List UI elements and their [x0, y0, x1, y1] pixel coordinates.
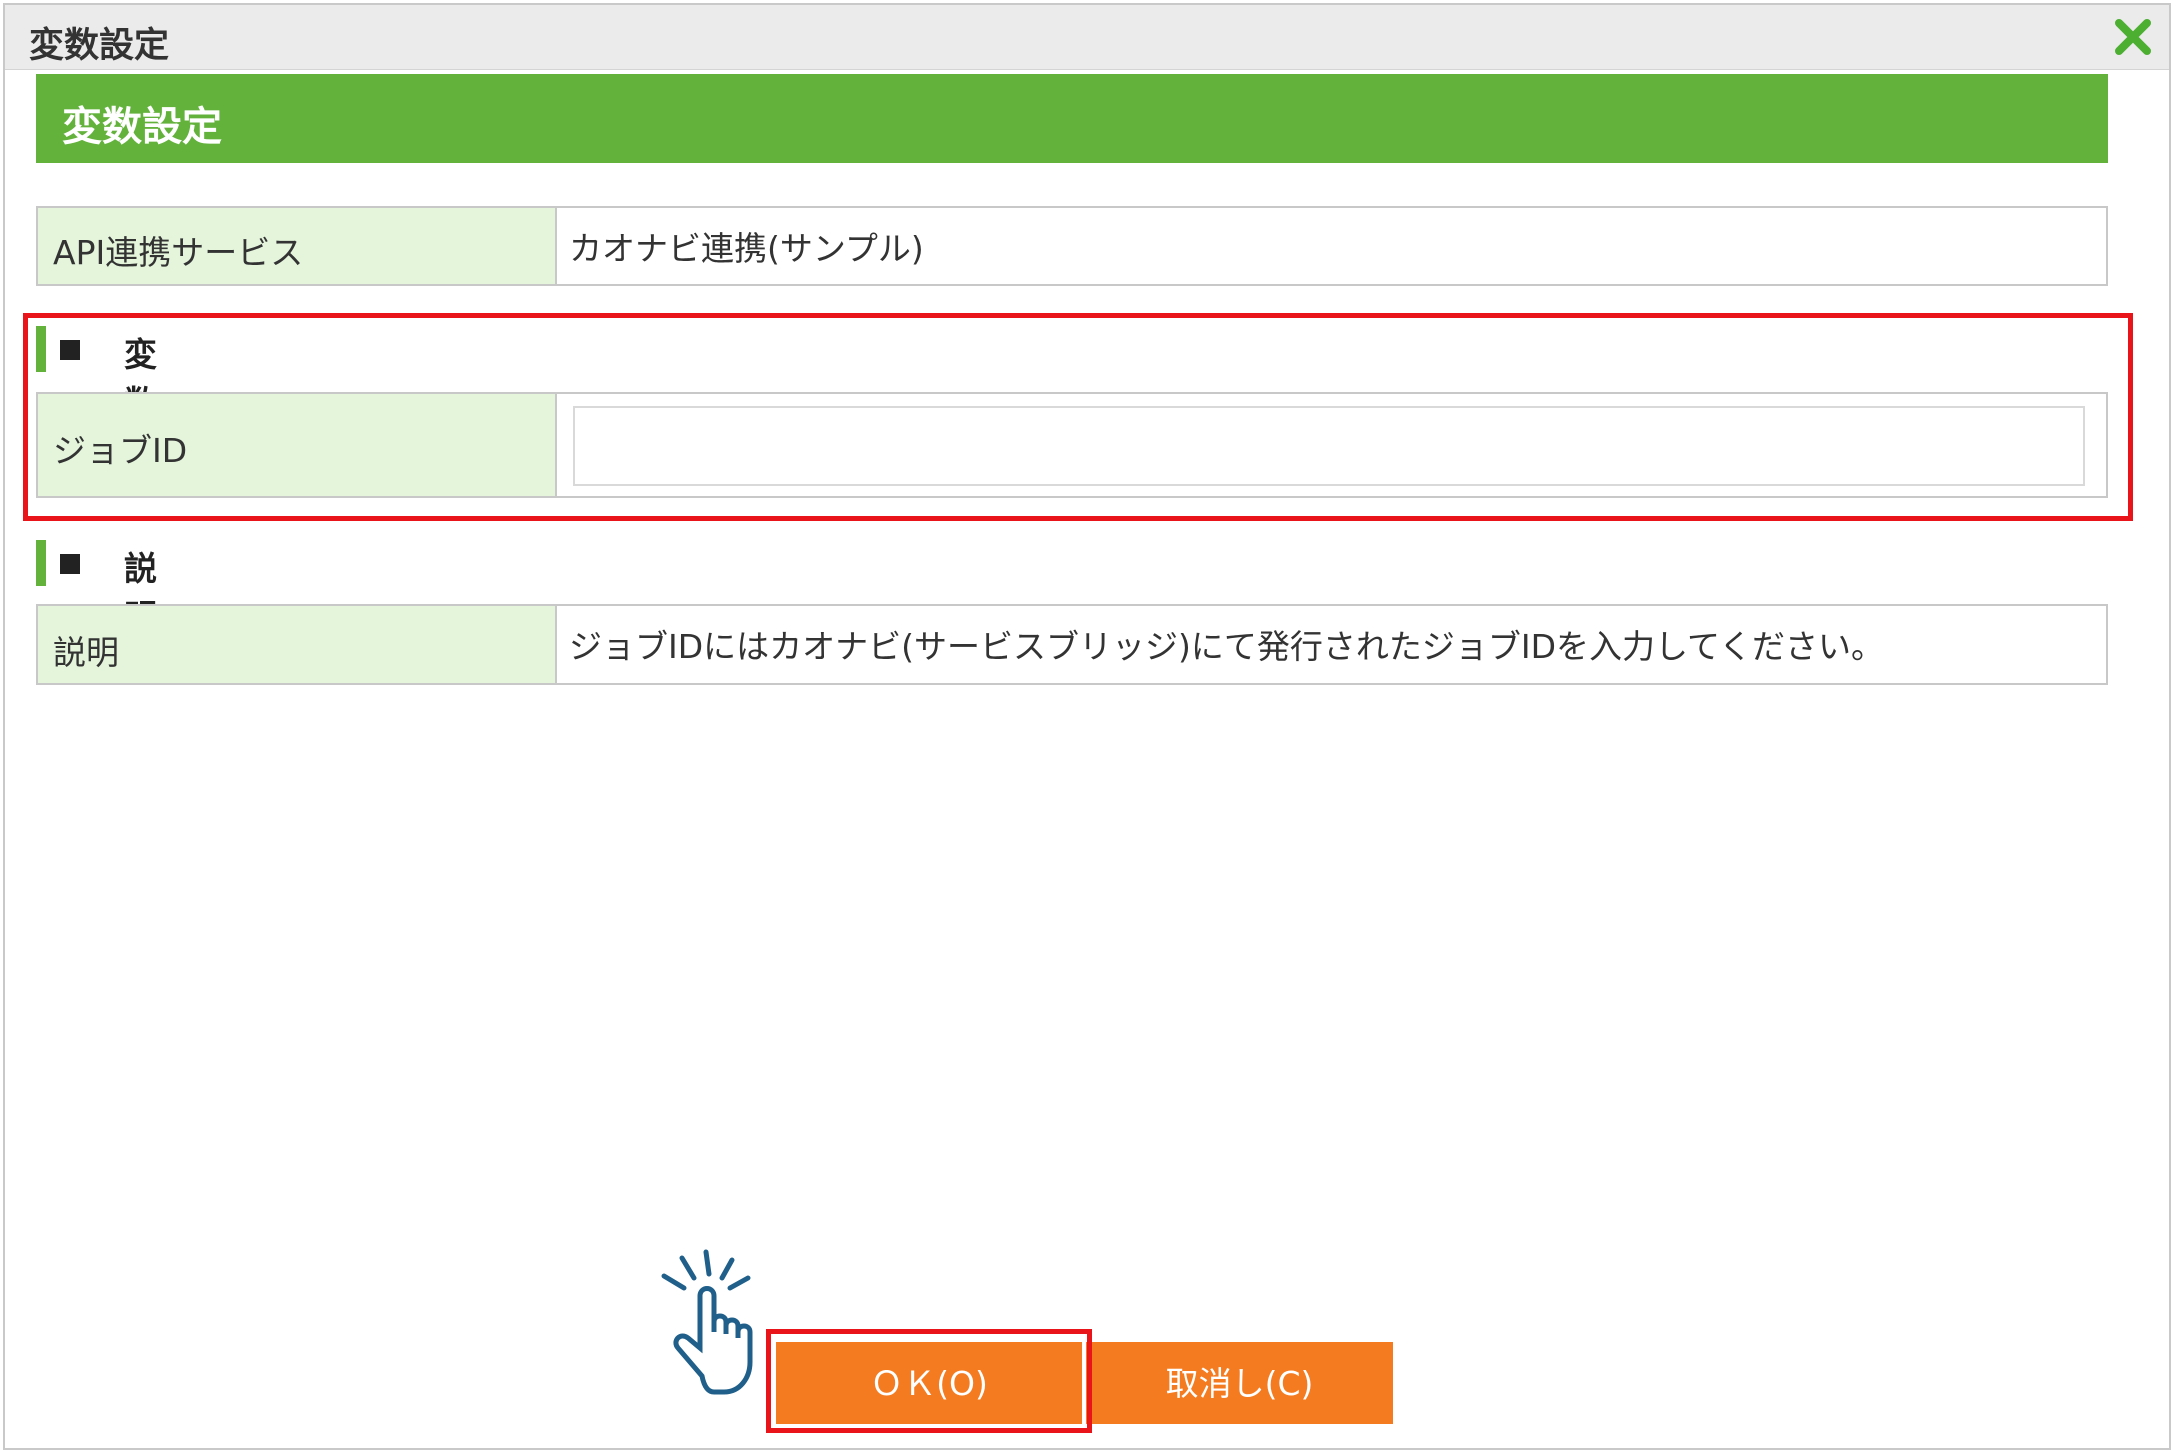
description-row: 説明 ジョブIDにはカオナビ(サービスブリッジ)にて発行されたジョブIDを入力し…: [36, 604, 2108, 685]
description-label: 説明: [53, 633, 119, 672]
api-service-value: カオナビ連携(サンプル): [569, 229, 924, 268]
section-accent-bar: [36, 326, 46, 372]
job-id-label-cell: ジョブID: [38, 394, 557, 496]
description-label-cell: 説明: [38, 606, 557, 683]
ok-button[interactable]: ＯＫ(O): [776, 1342, 1082, 1424]
description-text: ジョブIDにはカオナビ(サービスブリッジ)にて発行されたジョブIDを入力してくだ…: [569, 627, 1885, 666]
page-header: 変数設定: [36, 74, 2108, 163]
job-id-input[interactable]: [573, 406, 2085, 486]
section-accent-bar: [36, 540, 46, 586]
api-service-label: API連携サービス: [53, 233, 304, 272]
section-bullet: [60, 340, 80, 360]
api-service-row: API連携サービス カオナビ連携(サンプル): [36, 206, 2108, 286]
api-service-label-cell: API連携サービス: [38, 208, 557, 284]
pointer-hand-icon: [661, 1249, 753, 1395]
dialog-title: 変数設定: [29, 26, 170, 66]
page-title: 変数設定: [62, 104, 222, 150]
job-id-label: ジョブID: [53, 431, 188, 470]
dialog-titlebar: 変数設定: [5, 5, 2169, 70]
section-bullet: [60, 554, 80, 574]
cancel-button[interactable]: 取消し(C): [1086, 1342, 1393, 1424]
close-icon[interactable]: [2111, 15, 2155, 59]
